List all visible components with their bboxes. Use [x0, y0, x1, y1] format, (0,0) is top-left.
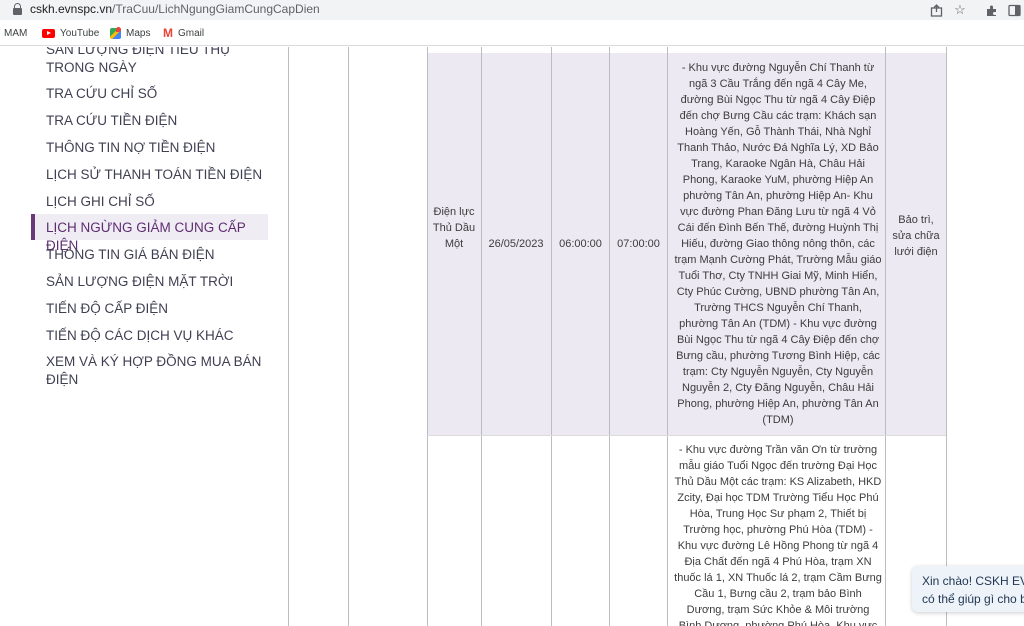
bookmark-mam[interactable]: MAM — [4, 26, 27, 40]
table-border — [427, 47, 428, 626]
bookmark-gmail[interactable]: M Gmail — [163, 26, 204, 40]
cell-start-time: 06:00:00 — [559, 238, 602, 250]
sidebar-item-lich-su-thanh-toan[interactable]: LỊCH SỬ THANH TOÁN TIỀN ĐIỆN — [46, 166, 276, 184]
youtube-icon — [42, 28, 55, 38]
bookmark-star-icon[interactable]: ☆ — [952, 2, 968, 18]
chat-line: Xin chào! CSKH EVN — [922, 574, 1024, 588]
table-border — [946, 47, 947, 626]
bookmark-label: YouTube — [60, 27, 100, 39]
maps-icon — [110, 26, 121, 39]
cell-area: - Khu vực đường Trần văn Ơn từ trường mẫ… — [674, 444, 882, 626]
cell-date: 26/05/2023 — [488, 238, 544, 250]
sidebar-item-tien-do-cap-dien[interactable]: TIẾN ĐỘ CẤP ĐIỆN — [46, 300, 276, 318]
row-divider — [427, 435, 946, 436]
share-icon[interactable] — [928, 2, 944, 18]
sidebar-item-thong-tin-no[interactable]: THÔNG TIN NỢ TIỀN ĐIỆN — [46, 139, 276, 157]
table-border — [348, 47, 349, 626]
extensions-icon[interactable] — [983, 2, 999, 18]
table-border — [885, 47, 886, 626]
bookmark-label: Gmail — [178, 27, 205, 39]
cell-area: - Khu vực đường Nguyễn Chí Thanh từ ngã … — [674, 62, 882, 426]
table-border — [481, 47, 482, 626]
sidebar-nav: SẢN LƯỢNG ĐIỆN TIÊU THỤ TRONG NGÀY TRA C… — [0, 47, 288, 626]
gmail-icon: M — [163, 26, 173, 40]
table-border — [667, 47, 668, 626]
address-bar[interactable]: cskh.evnspc.vn/TraCuu/LichNgungGiamCungC… — [0, 0, 1024, 20]
table-border — [551, 47, 552, 626]
sidebar-item-gia-ban-dien[interactable]: THÔNG TIN GIÁ BÁN ĐIỆN — [46, 246, 276, 264]
sidebar-item-tien-do-dich-vu[interactable]: TIẾN ĐỘ CÁC DỊCH VỤ KHÁC — [46, 327, 276, 345]
chat-line: có thể giúp gì cho bạn — [922, 592, 1024, 606]
sidebar-item-san-luong-trong-ngay[interactable]: SẢN LƯỢNG ĐIỆN TIÊU THỤ TRONG NGÀY — [46, 47, 276, 77]
table-border — [288, 47, 289, 626]
sidebar-item-lich-ghi-chi-so[interactable]: LỊCH GHI CHỈ SỐ — [46, 193, 276, 211]
bookmarks-bar: MAM YouTube Maps M Gmail — [0, 20, 1024, 46]
cell-reason: Bảo trì, sửa chữa lưới điện — [892, 214, 940, 258]
table-border — [609, 47, 610, 626]
sidebar-item-dien-mat-troi[interactable]: SẢN LƯỢNG ĐIỆN MẶT TRỜI — [46, 273, 276, 291]
bookmark-label: Maps — [126, 27, 151, 39]
cell-unit: Điện lực Thủ Dầu Một — [432, 206, 476, 250]
cell-end-time: 07:00:00 — [617, 238, 660, 250]
url-text[interactable]: cskh.evnspc.vn/TraCuu/LichNgungGiamCungC… — [30, 2, 320, 16]
sidebar-item-tra-cuu-chi-so[interactable]: TRA CỨU CHỈ SỐ — [46, 85, 276, 103]
bookmark-label: MAM — [4, 27, 28, 39]
bookmark-youtube[interactable]: YouTube — [42, 26, 99, 40]
url-host: cskh.evnspc.vn — [30, 2, 113, 16]
url-path: /TraCuu/LichNgungGiamCungCapDien — [112, 2, 320, 16]
sidebar-item-hop-dong[interactable]: XEM VÀ KÝ HỢP ĐỒNG MUA BÁN ĐIỆN — [46, 353, 276, 389]
chat-greeting-bubble[interactable]: Xin chào! CSKH EVN có thể giúp gì cho bạ… — [912, 566, 1024, 612]
sidebar-item-tra-cuu-tien-dien[interactable]: TRA CỨU TIỀN ĐIỆN — [46, 112, 276, 130]
bookmark-maps[interactable]: Maps — [110, 26, 150, 40]
lock-icon[interactable] — [13, 3, 22, 15]
side-panel-icon[interactable] — [1006, 2, 1022, 18]
